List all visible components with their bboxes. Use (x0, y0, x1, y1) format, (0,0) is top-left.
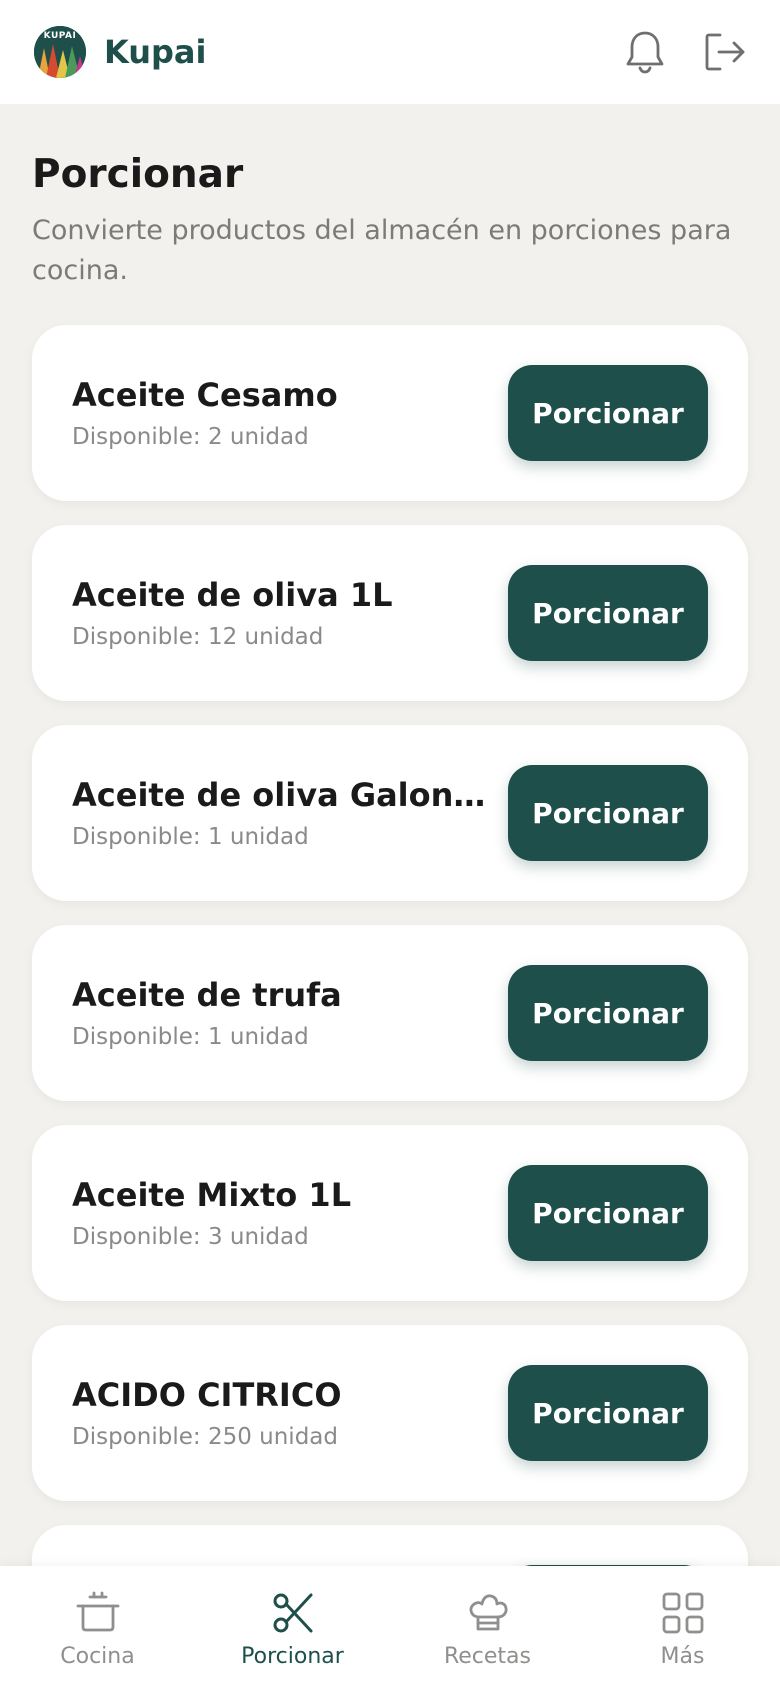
scissors-icon (273, 1593, 312, 1633)
stock-value: 12 (207, 624, 238, 650)
product-card: Aceite Mixto 1L Disponible: 3 unidad Por… (32, 1125, 748, 1301)
product-list: Aceite Cesamo Disponible: 2 unidad Porci… (32, 325, 748, 1688)
product-stock: Disponible: 3 unidad (72, 1224, 492, 1250)
product-card: Aceite de oliva 1L Disponible: 12 unidad… (32, 525, 748, 701)
product-info: Aceite de oliva 1L Disponible: 12 unidad (72, 576, 492, 650)
portion-button[interactable]: Porcionar (508, 1365, 708, 1461)
nav-item-recetas[interactable]: Recetas (390, 1566, 585, 1688)
nav-icon-wrap (658, 1588, 708, 1638)
nav-label: Más (660, 1644, 705, 1669)
product-card: Aceite de trufa Disponible: 1 unidad Por… (32, 925, 748, 1101)
stock-unit: unidad (229, 424, 309, 450)
logout-button[interactable] (702, 29, 748, 75)
logo-text: KUPAI (43, 31, 77, 41)
main-content: Porcionar Convierte productos del almacé… (32, 104, 748, 1688)
nav-item-cocina[interactable]: Cocina (0, 1566, 195, 1688)
nav-label: Recetas (443, 1644, 532, 1669)
product-name: ACIDO CITRICO (72, 1376, 342, 1414)
stock-label: Disponible: (72, 1024, 201, 1050)
stock-label: Disponible: (72, 824, 201, 850)
nav-label: Porcionar (241, 1644, 344, 1669)
stock-unit: unidad (229, 824, 309, 850)
brand[interactable]: KUPAI Kupai (34, 26, 206, 78)
stock-unit: unidad (244, 624, 324, 650)
page-subtitle: Convierte productos del almacén en porci… (32, 215, 732, 286)
portion-button[interactable]: Porcionar (508, 965, 708, 1061)
product-info: Aceite Mixto 1L Disponible: 3 unidad (72, 1176, 492, 1250)
stock-unit: unidad (259, 1424, 338, 1450)
product-info: Aceite Cesamo Disponible: 2 unidad (72, 376, 492, 450)
product-name: Aceite de trufa (72, 976, 342, 1014)
product-stock: Disponible: 1 unidad (72, 1024, 492, 1050)
portion-button[interactable]: Porcionar (508, 1165, 708, 1261)
product-stock: Disponible: 1 unidad (72, 824, 492, 850)
stock-value: 250 (207, 1424, 252, 1450)
page-title: Porcionar (32, 152, 244, 197)
pot-icon (76, 1591, 119, 1632)
top-bar: KUPAI Kupai (0, 0, 780, 104)
nav-icon-wrap (73, 1588, 123, 1638)
portion-button[interactable]: Porcionar (508, 365, 708, 461)
stock-unit: unidad (229, 1224, 309, 1250)
bell-icon (626, 31, 664, 74)
brand-name: Kupai (104, 33, 207, 71)
stock-value: 2 (207, 424, 223, 450)
stock-label: Disponible: (72, 624, 201, 650)
nav-label: Cocina (60, 1644, 135, 1669)
product-card: Aceite de oliva Galon 4L Disponible: 1 u… (32, 725, 748, 901)
product-info: Aceite de oliva Galon 4L Disponible: 1 u… (72, 776, 492, 850)
product-card: ACIDO CITRICO Disponible: 250 unidad Por… (32, 1325, 748, 1501)
notifications-button[interactable] (622, 29, 668, 75)
stock-value: 1 (207, 824, 223, 850)
stock-value: 1 (207, 1024, 223, 1050)
stock-label: Disponible: (72, 1424, 201, 1450)
stock-value: 3 (207, 1224, 223, 1250)
grid-icon (662, 1592, 703, 1634)
stock-unit: unidad (229, 1024, 309, 1050)
nav-item-mas[interactable]: Más (585, 1566, 780, 1688)
kupai-logo: KUPAI (34, 26, 86, 78)
product-name: Aceite de oliva 1L (72, 576, 393, 614)
stock-label: Disponible: (72, 424, 201, 450)
product-stock: Disponible: 2 unidad (72, 424, 492, 450)
product-card: Aceite Cesamo Disponible: 2 unidad Porci… (32, 325, 748, 501)
product-name: Aceite Cesamo (72, 376, 338, 414)
product-stock: Disponible: 12 unidad (72, 624, 492, 650)
product-name: Aceite de oliva Galon 4L (72, 776, 492, 814)
header-actions (622, 29, 748, 75)
bottom-nav: Cocina Porcionar Recetas Más (0, 1566, 780, 1688)
portion-button[interactable]: Porcionar (508, 565, 708, 661)
chef-hat-icon (469, 1594, 508, 1631)
product-info: Aceite de trufa Disponible: 1 unidad (72, 976, 492, 1050)
product-info: ACIDO CITRICO Disponible: 250 unidad (72, 1376, 492, 1450)
nav-item-porcionar[interactable]: Porcionar (195, 1566, 390, 1688)
logout-icon (705, 33, 745, 71)
stock-label: Disponible: (72, 1224, 201, 1250)
nav-icon-wrap (463, 1588, 513, 1638)
product-stock: Disponible: 250 unidad (72, 1424, 492, 1450)
nav-icon-wrap (268, 1588, 318, 1638)
product-name: Aceite Mixto 1L (72, 1176, 352, 1214)
portion-button[interactable]: Porcionar (508, 765, 708, 861)
app-root: KUPAI Kupai Porcionar Convierte producto… (0, 0, 780, 1688)
